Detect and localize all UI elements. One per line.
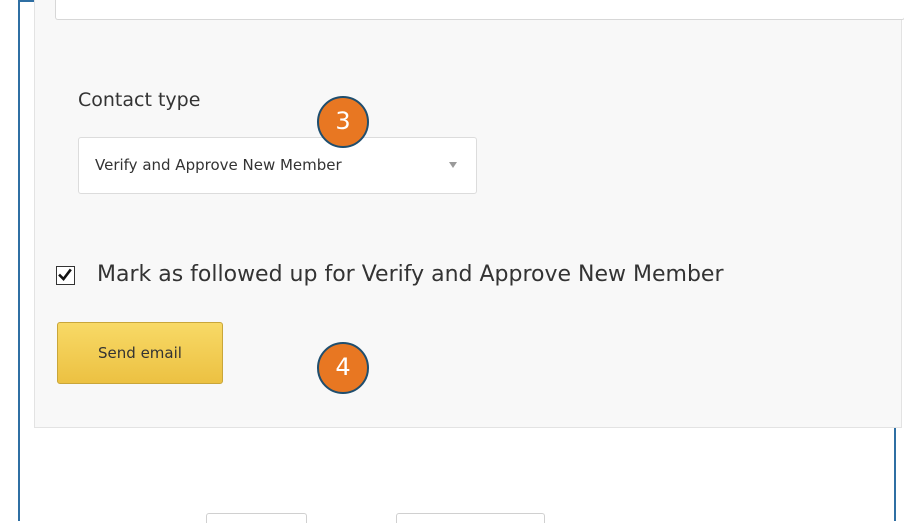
step-badge-4: 4 bbox=[317, 342, 369, 394]
message-input-field[interactable] bbox=[55, 0, 904, 20]
checkmark-icon bbox=[58, 268, 72, 281]
chevron-down-icon bbox=[449, 162, 457, 168]
bottom-button-left[interactable] bbox=[206, 513, 307, 523]
send-email-button[interactable]: Send email bbox=[57, 322, 223, 384]
followed-up-checkbox[interactable] bbox=[56, 266, 75, 285]
contact-type-label: Contact type bbox=[78, 89, 201, 111]
contact-type-select[interactable]: Verify and Approve New Member bbox=[78, 137, 477, 194]
followed-up-label[interactable]: Mark as followed up for Verify and Appro… bbox=[97, 262, 724, 287]
step-badge-3: 3 bbox=[317, 96, 369, 148]
contact-type-selected-value: Verify and Approve New Member bbox=[95, 156, 342, 174]
bottom-button-right[interactable] bbox=[396, 513, 545, 523]
